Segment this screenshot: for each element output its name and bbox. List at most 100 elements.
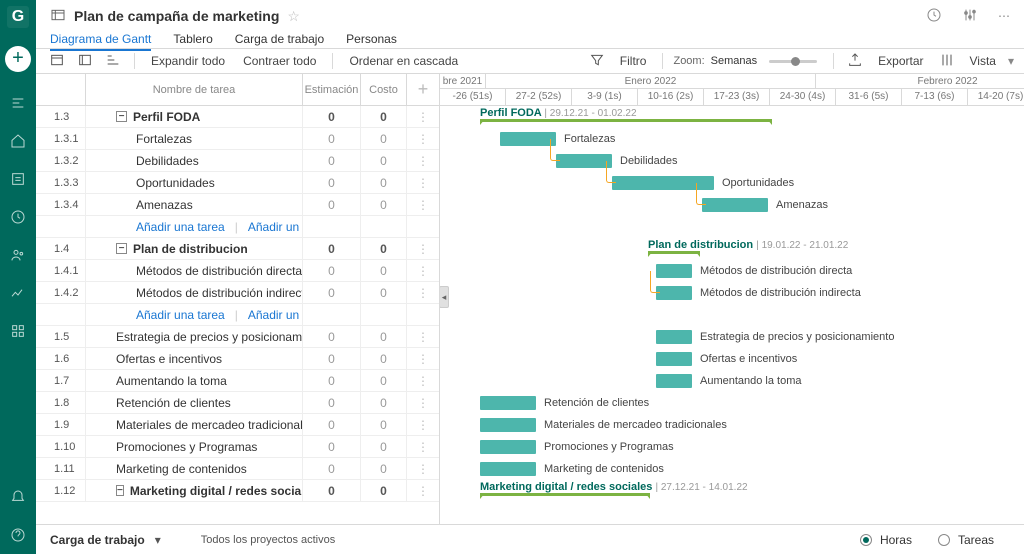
task-bar[interactable]: [556, 154, 612, 168]
view-settings-icon[interactable]: [936, 52, 958, 71]
estimation-cell[interactable]: 0: [303, 172, 361, 193]
task-bar[interactable]: [656, 286, 692, 300]
task-row[interactable]: 1.10Promociones y Programas00⋮: [36, 436, 439, 458]
task-bar[interactable]: [480, 440, 536, 454]
task-row[interactable]: 1.5Estrategia de precios y posicionami..…: [36, 326, 439, 348]
task-row[interactable]: 1.4.2Métodos de distribución indirecta00…: [36, 282, 439, 304]
add-row[interactable]: Añadir una tarea|Añadir un hito: [36, 216, 439, 238]
add-task-link[interactable]: Añadir una tarea: [136, 220, 225, 234]
task-row[interactable]: 1.3.1Fortalezas00⋮: [36, 128, 439, 150]
add-task-link[interactable]: Añadir una tarea: [136, 308, 225, 322]
reports-icon[interactable]: [7, 282, 29, 304]
col-cost[interactable]: Costo: [361, 74, 407, 105]
add-milestone-link[interactable]: Añadir un hito: [248, 220, 303, 234]
task-row[interactable]: 1.3.4Amenazas00⋮: [36, 194, 439, 216]
task-name[interactable]: Métodos de distribución directa: [86, 260, 303, 281]
estimation-cell[interactable]: 0: [303, 436, 361, 457]
cost-cell[interactable]: 0: [361, 128, 407, 149]
add-milestone-link[interactable]: Añadir un hito: [248, 308, 303, 322]
row-actions-icon[interactable]: ⋮: [407, 110, 439, 124]
task-row[interactable]: 1.3.3Oportunidades00⋮: [36, 172, 439, 194]
task-name[interactable]: Promociones y Programas: [86, 436, 303, 457]
cascade-sort-button[interactable]: Ordenar en cascada: [343, 54, 464, 68]
task-name[interactable]: Retención de clientes: [86, 392, 303, 413]
task-name[interactable]: Aumentando la toma: [86, 370, 303, 391]
add-column-button[interactable]: +: [407, 74, 439, 105]
task-name[interactable]: Oportunidades: [86, 172, 303, 193]
collapse-toggle-icon[interactable]: −: [116, 485, 124, 496]
task-name[interactable]: Amenazas: [86, 194, 303, 215]
task-name[interactable]: Fortalezas: [86, 128, 303, 149]
task-row[interactable]: 1.6Ofertas e incentivos00⋮: [36, 348, 439, 370]
radio-hours[interactable]: Horas: [860, 533, 912, 547]
estimation-cell[interactable]: 0: [303, 260, 361, 281]
estimation-cell[interactable]: 0: [303, 392, 361, 413]
cost-cell[interactable]: 0: [361, 348, 407, 369]
estimation-cell[interactable]: 0: [303, 480, 361, 501]
task-bar[interactable]: [702, 198, 768, 212]
cost-cell[interactable]: 0: [361, 238, 407, 259]
favorite-star-icon[interactable]: ☆: [287, 8, 300, 25]
row-actions-icon[interactable]: ⋮: [407, 440, 439, 454]
task-row[interactable]: 1.11Marketing de contenidos00⋮: [36, 458, 439, 480]
task-row[interactable]: 1.3−Perfil FODA00⋮: [36, 106, 439, 128]
apps-icon[interactable]: [7, 320, 29, 342]
task-row[interactable]: 1.3.2Debilidades00⋮: [36, 150, 439, 172]
estimation-cell[interactable]: 0: [303, 458, 361, 479]
cost-cell[interactable]: 0: [361, 458, 407, 479]
cost-cell[interactable]: 0: [361, 370, 407, 391]
help-icon[interactable]: [7, 524, 29, 546]
cost-cell[interactable]: 0: [361, 392, 407, 413]
cost-cell[interactable]: 0: [361, 282, 407, 303]
estimation-cell[interactable]: 0: [303, 348, 361, 369]
summary-bar[interactable]: Plan de distribucion | 19.01.22 - 21.01.…: [648, 251, 700, 254]
row-actions-icon[interactable]: ⋮: [407, 286, 439, 300]
estimation-cell[interactable]: 0: [303, 238, 361, 259]
more-icon[interactable]: ⋯: [998, 9, 1010, 23]
task-name[interactable]: Métodos de distribución indirecta: [86, 282, 303, 303]
cost-cell[interactable]: 0: [361, 436, 407, 457]
toolbar-baseline-icon[interactable]: [74, 52, 96, 71]
team-icon[interactable]: [7, 244, 29, 266]
cost-cell[interactable]: 0: [361, 106, 407, 127]
projects-filter[interactable]: Todos los proyectos activos: [201, 534, 336, 546]
row-actions-icon[interactable]: ⋮: [407, 396, 439, 410]
toolbar-outline-icon[interactable]: [102, 52, 124, 71]
col-estimation[interactable]: Estimación: [303, 74, 361, 105]
row-actions-icon[interactable]: ⋮: [407, 176, 439, 190]
workload-toggle-icon[interactable]: ▾: [155, 533, 161, 547]
task-name[interactable]: −Marketing digital / redes sociales: [86, 480, 303, 501]
row-actions-icon[interactable]: ⋮: [407, 374, 439, 388]
summary-bar[interactable]: Perfil FODA | 29.12.21 - 01.02.22: [480, 119, 772, 122]
summary-bar[interactable]: Marketing digital / redes sociales | 27.…: [480, 493, 650, 496]
task-bar[interactable]: [656, 374, 692, 388]
zoom-slider[interactable]: [769, 60, 817, 63]
chevron-down-icon[interactable]: ▾: [1008, 54, 1014, 68]
row-actions-icon[interactable]: ⋮: [407, 418, 439, 432]
task-name[interactable]: −Plan de distribucion: [86, 238, 303, 259]
collapse-all-button[interactable]: Contraer todo: [237, 54, 322, 68]
task-row[interactable]: 1.4−Plan de distribucion00⋮: [36, 238, 439, 260]
row-actions-icon[interactable]: ⋮: [407, 198, 439, 212]
task-row[interactable]: 1.4.1Métodos de distribución directa00⋮: [36, 260, 439, 282]
home-icon[interactable]: [7, 130, 29, 152]
task-bar[interactable]: [480, 462, 536, 476]
estimation-cell[interactable]: 0: [303, 414, 361, 435]
estimation-cell[interactable]: 0: [303, 150, 361, 171]
task-name[interactable]: Debilidades: [86, 150, 303, 171]
filter-button[interactable]: Filtro: [614, 54, 653, 68]
task-name[interactable]: Marketing de contenidos: [86, 458, 303, 479]
cost-cell[interactable]: 0: [361, 260, 407, 281]
col-name[interactable]: Nombre de tarea: [86, 74, 303, 105]
collapse-toggle-icon[interactable]: −: [116, 243, 127, 254]
task-row[interactable]: 1.9Materiales de mercadeo tradicionales0…: [36, 414, 439, 436]
toolbar-undo-icon[interactable]: [46, 52, 68, 71]
row-actions-icon[interactable]: ⋮: [407, 132, 439, 146]
task-row[interactable]: 1.12−Marketing digital / redes sociales0…: [36, 480, 439, 502]
task-name[interactable]: Estrategia de precios y posicionami...: [86, 326, 303, 347]
menu-icon[interactable]: [7, 92, 29, 114]
cost-cell[interactable]: 0: [361, 414, 407, 435]
row-actions-icon[interactable]: ⋮: [407, 242, 439, 256]
add-row[interactable]: Añadir una tarea|Añadir un hito: [36, 304, 439, 326]
row-actions-icon[interactable]: ⋮: [407, 484, 439, 498]
